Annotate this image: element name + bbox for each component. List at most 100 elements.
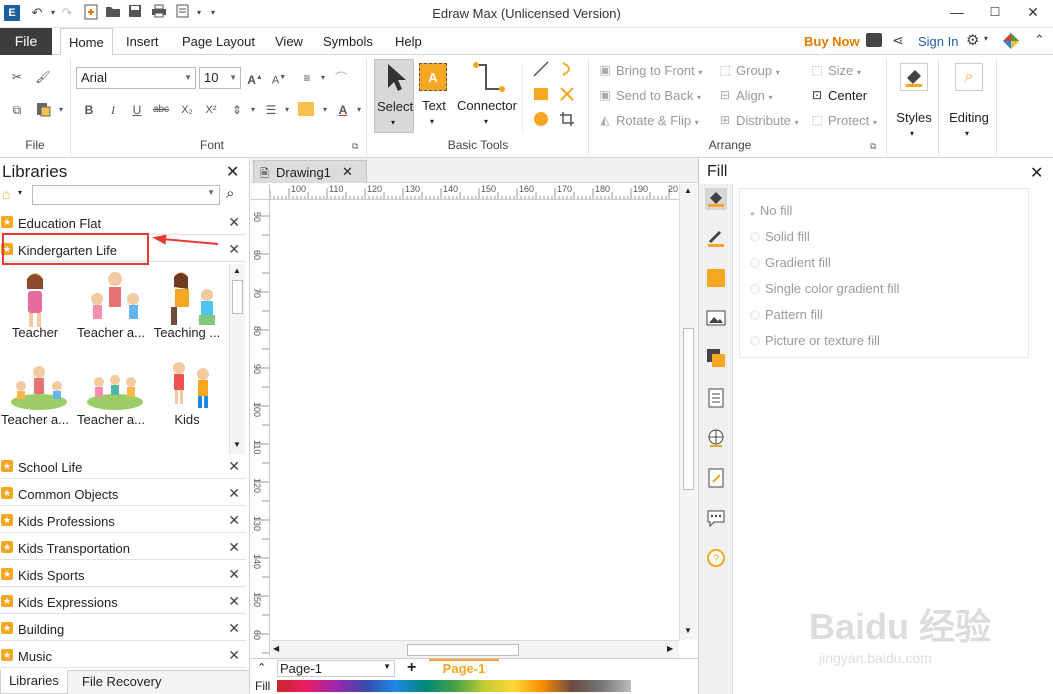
canvas-vertical-scrollbar[interactable]: ▲ ▼ (679, 184, 697, 640)
bold-icon[interactable]: B (80, 101, 98, 119)
drawing-page[interactable] (271, 201, 679, 640)
align-button[interactable]: Align ▾ (736, 88, 773, 103)
library-close-icon[interactable]: ✕ (228, 620, 240, 637)
cut-icon[interactable]: ✂ (8, 68, 26, 86)
library-search-input[interactable]: ▼ (32, 185, 220, 205)
library-item-music[interactable]: ★ Music ✕ (0, 644, 246, 668)
library-item-school-life[interactable]: ★ School Life ✕ (0, 455, 246, 479)
help-icon[interactable]: ? (705, 548, 727, 570)
library-item-kids-expressions[interactable]: ★ Kids Expressions ✕ (0, 590, 246, 614)
close-button[interactable]: ✕ (1018, 2, 1048, 22)
layer-icon[interactable] (705, 348, 727, 370)
page-select[interactable]: Page-1 ▼ (277, 660, 395, 677)
scroll-up-icon[interactable]: ▲ (684, 186, 692, 195)
subscript-icon[interactable]: X₂ (178, 101, 196, 119)
center-button[interactable]: Center (828, 88, 867, 103)
buy-now-link[interactable]: Buy Now (804, 34, 860, 49)
shrink-font-icon[interactable]: A▼ (270, 69, 288, 87)
protect-button[interactable]: Protect ▾ (828, 113, 877, 128)
ellipse-tool-icon[interactable] (532, 111, 550, 129)
shape-teacher[interactable]: Teacher (0, 269, 70, 349)
comment-icon[interactable] (705, 508, 727, 530)
font-name-select[interactable]: Arial ▼ (76, 67, 196, 89)
settings-gear-icon[interactable]: ⚙ (966, 31, 979, 49)
send-to-back-button[interactable]: Send to Back ▾ (616, 88, 701, 103)
document-tab-close-icon[interactable]: ✕ (342, 164, 353, 180)
distribute-button[interactable]: Distribute ▾ (736, 113, 799, 128)
minimize-button[interactable]: — (942, 2, 972, 22)
line-spacing-dropdown-icon[interactable]: ▾ (244, 101, 262, 119)
add-page-icon[interactable]: + (407, 659, 416, 677)
bring-to-front-button[interactable]: Bring to Front ▾ (616, 63, 702, 78)
settings-dropdown-icon[interactable]: ▾ (984, 34, 988, 43)
scroll-down-icon[interactable]: ▼ (684, 626, 692, 635)
globe-icon[interactable] (705, 428, 727, 450)
sign-in-link[interactable]: Sign In (918, 34, 958, 49)
fill-option-gradient[interactable]: Gradient fill (750, 255, 831, 270)
library-close-icon[interactable]: ✕ (228, 458, 240, 475)
account-card-icon[interactable] (866, 33, 882, 47)
shape-kids[interactable]: Kids (152, 356, 222, 436)
editing-button[interactable]: ⌕ Editing ▾ (944, 59, 994, 149)
rotate-flip-button[interactable]: Rotate & Flip ▾ (616, 113, 699, 128)
tab-libraries[interactable]: Libraries (0, 670, 68, 694)
line-tool-icon[interactable] (532, 61, 550, 79)
tab-symbols[interactable]: Symbols (315, 28, 381, 55)
bullets-dropdown-icon[interactable]: ▾ (278, 101, 296, 119)
note-icon[interactable] (705, 468, 727, 490)
share-icon[interactable]: ⋖ (892, 32, 904, 49)
format-painter-icon[interactable]: 🖌 (34, 68, 52, 86)
library-home-icon[interactable]: ⌂ (2, 186, 10, 202)
library-close-icon[interactable]: ✕ (228, 512, 240, 529)
arc-tool-icon[interactable] (558, 61, 576, 79)
tab-help[interactable]: Help (387, 28, 430, 55)
page-nav-up-icon[interactable]: ⌃ (257, 661, 266, 674)
library-close-icon[interactable]: ✕ (228, 593, 240, 610)
shape-teacher-and-group[interactable]: Teacher a... (76, 356, 146, 436)
scroll-left-icon[interactable]: ◀ (273, 644, 279, 653)
text-tool-button[interactable]: A Text ▾ (416, 59, 452, 133)
library-close-icon[interactable]: ✕ (228, 485, 240, 502)
scroll-thumb[interactable] (232, 280, 243, 314)
underline-icon[interactable]: U (128, 101, 146, 119)
connector-tool-button[interactable]: Connector ▾ (454, 59, 520, 133)
select-tool-button[interactable]: Select ▾ (374, 59, 414, 133)
image-icon[interactable] (705, 308, 727, 330)
library-item-building[interactable]: ★ Building ✕ (0, 617, 246, 641)
scroll-thumb[interactable] (683, 328, 694, 490)
library-item-kids-sports[interactable]: ★ Kids Sports ✕ (0, 563, 246, 587)
tab-insert[interactable]: Insert (118, 28, 167, 55)
library-close-icon[interactable]: ✕ (228, 241, 240, 258)
styles-button[interactable]: Styles ▾ (892, 59, 936, 149)
paste-icon[interactable] (34, 101, 52, 119)
fill-option-single-color-gradient[interactable]: Single color gradient fill (750, 281, 899, 296)
tab-home[interactable]: Home (60, 28, 113, 56)
search-icon[interactable]: ⌕ (226, 185, 234, 202)
shape-style-icon[interactable] (705, 268, 727, 290)
fill-panel-close-icon[interactable]: ✕ (1030, 163, 1043, 183)
maximize-button[interactable]: ☐ (980, 2, 1010, 22)
italic-icon[interactable]: I (104, 101, 122, 119)
scroll-thumb[interactable] (407, 644, 519, 656)
fill-option-solid[interactable]: Solid fill (750, 229, 810, 244)
page-properties-icon[interactable] (705, 388, 727, 410)
canvas-horizontal-scrollbar[interactable]: ◀ ▶ (271, 640, 679, 658)
tab-page-layout[interactable]: Page Layout (174, 28, 263, 55)
font-dialog-launcher-icon[interactable]: ⧉ (352, 141, 358, 152)
fill-option-no-fill[interactable]: ● No fill (750, 203, 792, 218)
copy-icon[interactable]: ⧉ (8, 101, 26, 119)
align-text-dropdown-icon[interactable]: ▾ (314, 69, 332, 87)
color-palette-swatches[interactable] (277, 680, 631, 692)
scroll-down-icon[interactable]: ▼ (233, 440, 241, 449)
scroll-up-icon[interactable]: ▲ (233, 266, 241, 275)
document-tab[interactable]: 🗎 Drawing1 ✕ (253, 160, 367, 183)
highlight-color-icon[interactable] (298, 102, 314, 116)
rectangle-tool-icon[interactable] (532, 86, 550, 104)
strikethrough-icon[interactable]: abc (152, 101, 170, 119)
library-item-common-objects[interactable]: ★ Common Objects ✕ (0, 482, 246, 506)
highlight-dropdown-icon[interactable]: ▾ (316, 101, 334, 119)
library-item-kids-transportation[interactable]: ★ Kids Transportation ✕ (0, 536, 246, 560)
cross-tool-icon[interactable] (558, 86, 576, 104)
library-close-icon[interactable]: ✕ (228, 214, 240, 231)
fill-tool-icon[interactable] (705, 188, 727, 210)
